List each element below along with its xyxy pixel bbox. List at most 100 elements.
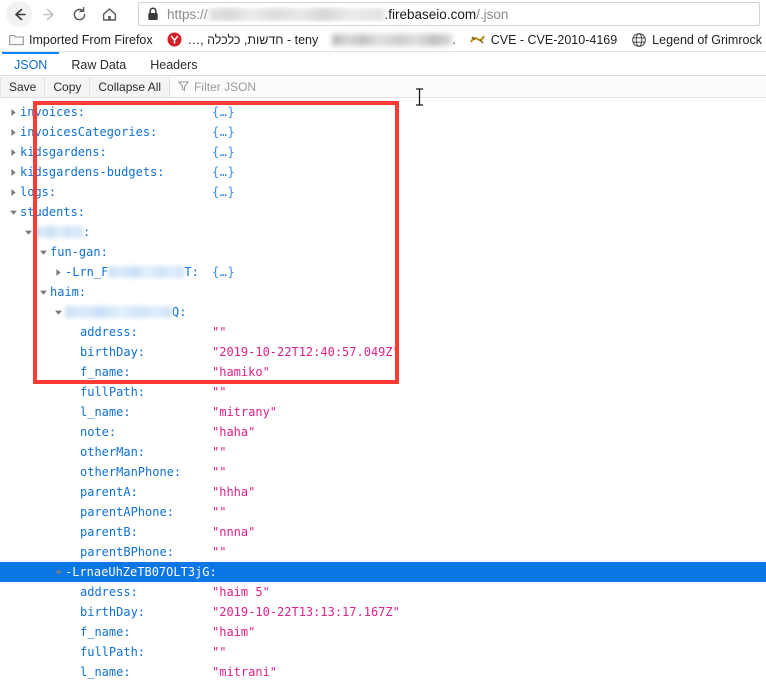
chevron-right-icon [10, 148, 16, 156]
json-key-text: birthDay [80, 345, 138, 359]
json-row[interactable]: f_name: "haim" [0, 622, 766, 642]
tab-headers[interactable]: Headers [138, 52, 209, 75]
json-row[interactable]: note: "haha" [0, 422, 766, 442]
json-key-colon: : [209, 565, 217, 579]
json-key: parentA: [80, 485, 138, 499]
json-row[interactable]: : [0, 222, 766, 242]
collapse-toggle[interactable] [51, 308, 65, 317]
json-row[interactable]: parentAPhone: "" [0, 502, 766, 522]
save-button[interactable]: Save [0, 76, 46, 97]
bookmark-imported-from-firefox[interactable]: Imported From Firefox [8, 32, 153, 48]
json-row[interactable]: invoicesCategories: {…} [0, 122, 766, 142]
filter-json-input[interactable]: Filter JSON [170, 77, 766, 97]
json-key-colon: : [179, 305, 187, 319]
json-value-string: "haim" [212, 625, 256, 639]
json-value-string: "mitrani" [212, 665, 278, 679]
json-key-text: kidsgardens [20, 145, 100, 159]
tab-json[interactable]: JSON [2, 52, 60, 75]
expand-toggle[interactable] [6, 108, 20, 117]
chevron-down-icon [9, 210, 17, 215]
json-row[interactable]: otherMan: "" [0, 442, 766, 462]
json-row[interactable]: otherManPhone: "" [0, 462, 766, 482]
json-row[interactable]: birthDay: "2019-10-22T12:40:57.049Z" [0, 342, 766, 362]
json-row[interactable]: parentA: "hhha" [0, 482, 766, 502]
collapse-toggle[interactable] [36, 288, 50, 297]
json-row[interactable]: invoices: {…} [0, 102, 766, 122]
json-key-text: logs [20, 185, 49, 199]
bookmark-legend-of-grimrock[interactable]: Legend of Grimrock @. [631, 32, 766, 48]
json-viewer: JSON Raw Data Headers Save Copy Collapse… [0, 52, 766, 682]
json-value-object: {…} [212, 105, 236, 119]
json-key-text: -Lrn_F [65, 265, 109, 279]
json-key-colon: : [83, 225, 91, 239]
json-key: kidsgardens-budgets: [20, 165, 165, 179]
expand-toggle[interactable] [51, 268, 65, 277]
expand-toggle[interactable] [6, 168, 20, 177]
address-bar[interactable]: https:// .firebaseio.com/.json [138, 2, 760, 26]
json-key-colon: : [123, 405, 131, 419]
browser-chrome: https:// .firebaseio.com/.json Imported F… [0, 0, 766, 52]
collapse-toggle[interactable] [21, 228, 35, 237]
json-key-text: Q [172, 305, 180, 319]
tab-raw-data[interactable]: Raw Data [59, 52, 138, 75]
json-row[interactable]: Q: [0, 302, 766, 322]
json-key: -LrnaeUhZeTB07OLT3jG: [65, 565, 217, 579]
json-key-text: parentBPhone [80, 545, 167, 559]
json-row[interactable]: f_name: "hamiko" [0, 362, 766, 382]
reload-button[interactable] [64, 1, 94, 27]
bookmark-ynet[interactable]: ynet - חדשות, כלכלה ,… [167, 32, 318, 48]
collapse-toggle[interactable] [36, 248, 50, 257]
json-value-string: "" [212, 385, 227, 399]
json-value-object: {…} [212, 145, 236, 159]
json-key-colon: : [137, 345, 146, 359]
expand-toggle[interactable] [6, 148, 20, 157]
json-row[interactable]: kidsgardens-budgets: {…} [0, 162, 766, 182]
json-row[interactable]: parentBPhone: "" [0, 542, 766, 562]
collapse-toggle[interactable] [6, 208, 20, 217]
json-key-text: parentB [80, 525, 131, 539]
home-button[interactable] [94, 1, 124, 27]
json-key-text: haim [50, 285, 79, 299]
json-row[interactable]: -Lrn_F T: {…} [0, 262, 766, 282]
json-row[interactable]: fullPath: "" [0, 642, 766, 662]
forward-button[interactable] [34, 1, 64, 27]
json-value-string: "nnna" [212, 525, 256, 539]
bookmark-cve[interactable]: CVE - CVE-2010-4169 [470, 32, 617, 48]
copy-button[interactable]: Copy [45, 76, 91, 97]
json-row[interactable]: -LrnaeUhZeTB07OLT3jG: [0, 562, 766, 582]
json-row[interactable]: birthDay: "2019-10-22T13:13:17.167Z" [0, 602, 766, 622]
address-bar-url: https:// .firebaseio.com/.json [167, 7, 508, 22]
json-key: f_name: [80, 625, 131, 639]
json-row[interactable]: address: "haim 5" [0, 582, 766, 602]
reload-icon [73, 6, 85, 20]
json-row[interactable]: parentB: "nnna" [0, 522, 766, 542]
json-row[interactable]: students: [0, 202, 766, 222]
json-row[interactable]: fullPath: "" [0, 382, 766, 402]
json-key: invoicesCategories: [20, 125, 157, 139]
json-key-colon: : [150, 125, 158, 139]
json-row[interactable]: l_name: "mitrany" [0, 402, 766, 422]
json-value-string: "" [212, 325, 227, 339]
json-row[interactable]: kidsgardens: {…} [0, 142, 766, 162]
bookmark-redacted[interactable]: . [332, 32, 456, 48]
expand-toggle[interactable] [6, 128, 20, 137]
expand-toggle[interactable] [6, 188, 20, 197]
json-row[interactable]: haim: [0, 282, 766, 302]
json-key-colon: : [123, 665, 131, 679]
navigation-toolbar: https:// .firebaseio.com/.json [0, 0, 766, 28]
json-row[interactable]: l_name: "mitrani" [0, 662, 766, 682]
filter-json-placeholder: Filter JSON [194, 79, 257, 94]
json-key-text: fun-gan [50, 245, 101, 259]
json-key-text: fullPath [80, 645, 138, 659]
json-key: otherManPhone: [80, 465, 181, 479]
json-key-text: f_name [80, 365, 124, 379]
collapse-toggle[interactable] [51, 568, 65, 577]
json-row[interactable]: address: "" [0, 322, 766, 342]
collapse-all-button[interactable]: Collapse All [90, 76, 171, 97]
json-key-text: students [20, 205, 78, 219]
back-button[interactable] [4, 1, 34, 27]
json-key-colon: : [108, 425, 117, 439]
json-row[interactable]: fun-gan: [0, 242, 766, 262]
url-scheme: https:// [167, 6, 208, 22]
json-row[interactable]: logs: {…} [0, 182, 766, 202]
